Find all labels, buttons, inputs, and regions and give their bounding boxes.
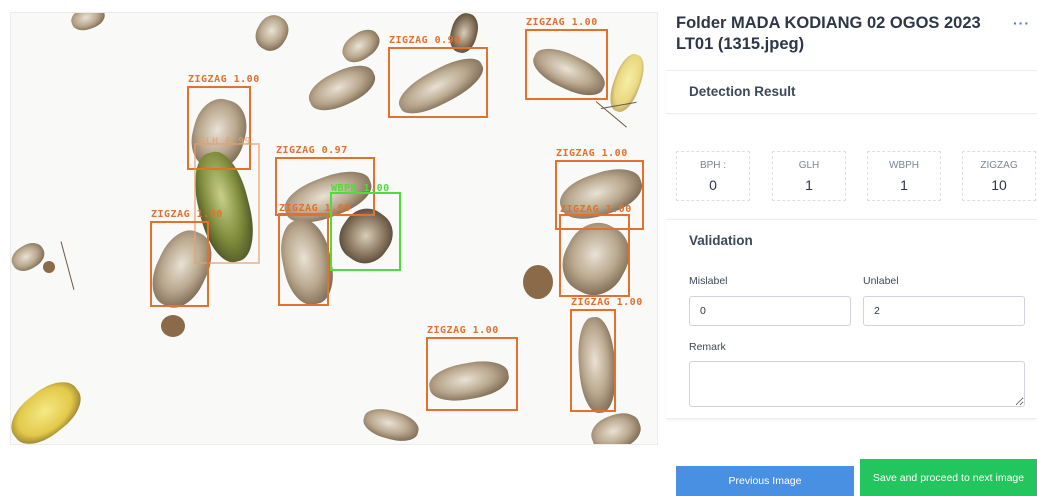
detection-label: ZIGZAG 1.00 xyxy=(279,203,351,214)
detection-label: ZIGZAG 0.90 xyxy=(389,35,461,46)
insect xyxy=(303,57,381,119)
stat-label: WBPH xyxy=(889,160,919,171)
stat-wbph: WBPH 1 xyxy=(867,151,941,201)
detection-label: ZIGZAG 1.00 xyxy=(556,148,628,159)
stat-bph: BPH : 0 xyxy=(676,151,750,201)
insect xyxy=(337,23,385,69)
page-title: Folder MADA KODIANG 02 OGOS 2023 LT01 (1… xyxy=(676,14,981,53)
remark-label: Remark xyxy=(689,341,726,353)
stat-label: ZIGZAG xyxy=(980,160,1018,171)
detection-box: ZIGZAG 1.00 xyxy=(278,203,350,306)
insect xyxy=(11,238,49,276)
validation-header: Validation xyxy=(689,233,753,248)
detection-box: ZIGZAG 0.90 xyxy=(388,35,488,118)
mislabel-input[interactable] xyxy=(689,296,851,326)
stat-zigzag: ZIGZAG 10 xyxy=(962,151,1036,201)
stat-value: 1 xyxy=(805,177,813,193)
insect xyxy=(43,261,55,273)
detection-box: ZIGZAG 1.00 xyxy=(426,325,518,411)
detection-label: ZIGZAG 1.00 xyxy=(188,74,260,85)
ellipsis-icon[interactable]: ··· xyxy=(1013,15,1030,31)
stat-glh: GLH 1 xyxy=(772,151,846,201)
unlabel-input[interactable] xyxy=(863,296,1025,326)
detection-label: ZIGZAG 1.00 xyxy=(427,325,499,336)
insect xyxy=(68,13,108,35)
stat-label: BPH : xyxy=(699,160,727,171)
stat-label: GLH xyxy=(798,160,820,171)
detection-label: WBPH 1.00 xyxy=(331,183,390,194)
insect xyxy=(11,371,91,444)
detection-box: ZIGZAG 1.00 xyxy=(559,204,631,297)
detection-result-header: Detection Result xyxy=(689,84,796,99)
detection-label: ZIGZAG 1.00 xyxy=(151,209,223,220)
stat-value: 10 xyxy=(991,177,1007,193)
detection-box: ZIGZAG 1.00 xyxy=(525,17,608,100)
insect xyxy=(523,265,553,299)
unlabel-label: Unlabel xyxy=(863,275,899,287)
insect xyxy=(586,407,646,444)
previous-image-button[interactable]: Previous Image xyxy=(676,466,854,496)
detection-label: GLH 0.99 xyxy=(199,136,252,147)
detection-label: ZIGZAG 1.00 xyxy=(571,297,643,308)
detection-box: ZIGZAG 1.00 xyxy=(570,297,642,412)
insect-trap-image: ZIGZAG 0.90 ZIGZAG 1.00 ZIGZAG 1.00 GLH … xyxy=(10,12,658,445)
mislabel-label: Mislabel xyxy=(689,275,728,287)
detection-label: ZIGZAG 1.00 xyxy=(526,17,598,28)
insect xyxy=(360,404,422,444)
detection-label: ZIGZAG 1.00 xyxy=(560,204,632,215)
detection-box: ZIGZAG 1.00 xyxy=(150,209,222,307)
remark-textarea[interactable] xyxy=(689,361,1025,407)
detection-result-card: Detection Result xyxy=(666,70,1037,113)
stat-value: 1 xyxy=(900,177,908,193)
stat-value: 0 xyxy=(709,177,717,193)
insect xyxy=(250,13,294,57)
divider xyxy=(666,113,1037,114)
insect xyxy=(161,315,185,337)
save-and-next-button[interactable]: Save and proceed to next image xyxy=(860,459,1037,496)
detection-label: ZIGZAG 0.97 xyxy=(276,145,348,156)
